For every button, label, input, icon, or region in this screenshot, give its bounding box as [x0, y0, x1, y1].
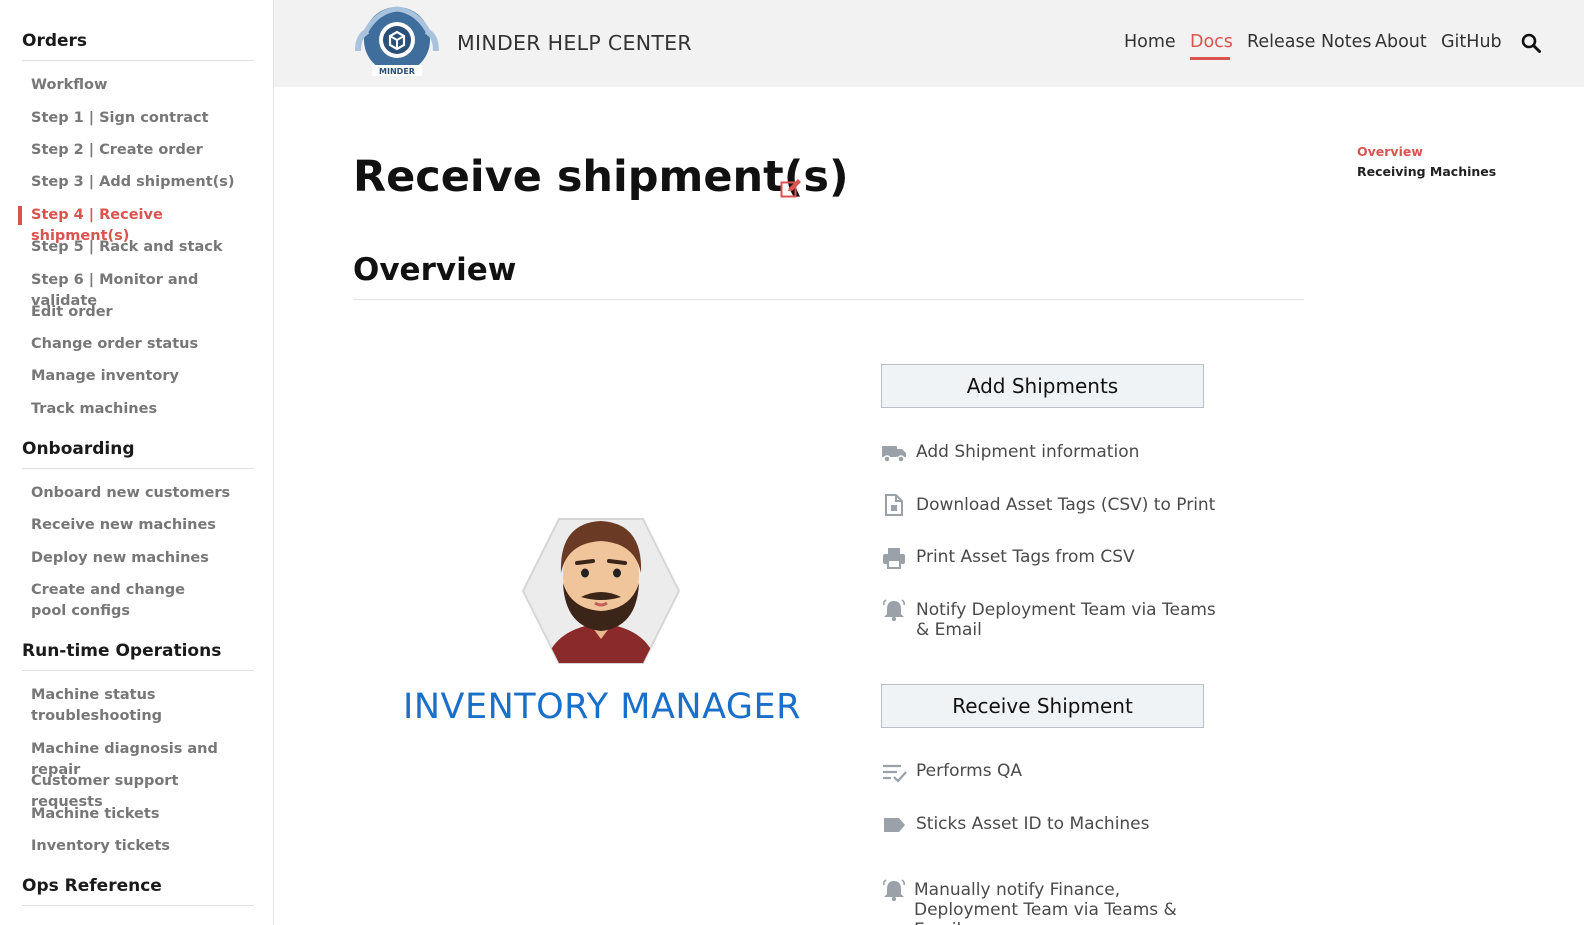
sidebar-active-indicator: [18, 206, 22, 225]
sidebar-item-receive-machines[interactable]: Receive new machines: [31, 515, 251, 536]
tag-icon: [884, 818, 905, 832]
sidebar-heading[interactable]: Run-time Operations: [22, 641, 254, 671]
nav-docs[interactable]: Docs: [1190, 32, 1233, 52]
action-stick-asset-id: Sticks Asset ID to Machines: [916, 814, 1150, 834]
sidebar-item-step-1[interactable]: Step 1 | Sign contract: [31, 108, 251, 129]
sidebar-item-step-2[interactable]: Step 2 | Create order: [31, 140, 251, 161]
nav-release-notes[interactable]: Release Notes: [1247, 32, 1371, 52]
checklist-icon: [883, 764, 907, 783]
truck-icon: [882, 446, 906, 463]
minder-logo[interactable]: MINDER: [354, 5, 440, 77]
file-icon: [885, 494, 903, 516]
action-add-shipment-info: Add Shipment information: [916, 442, 1140, 462]
receive-shipment-box[interactable]: Receive Shipment: [881, 684, 1204, 728]
sidebar-item-track-machines[interactable]: Track machines: [31, 399, 251, 420]
sidebar-heading[interactable]: Ops Reference: [22, 876, 254, 906]
action-print-asset-tags: Print Asset Tags from CSV: [916, 547, 1135, 567]
toc-item-receiving-machines[interactable]: Receiving Machines: [1357, 164, 1496, 179]
action-performs-qa: Performs QA: [916, 761, 1023, 781]
sidebar-item-machine-tickets[interactable]: Machine tickets: [31, 804, 251, 825]
sidebar-heading[interactable]: Onboarding: [22, 439, 254, 469]
printer-icon: [883, 548, 905, 569]
section-title-overview: Overview: [353, 252, 517, 288]
action-notify-finance: Manually notify Finance, Deployment Team…: [914, 880, 1177, 925]
page-title: Receive shipment(s): [353, 152, 849, 202]
sidebar-heading[interactable]: Orders: [22, 31, 254, 61]
sidebar-item-step-5[interactable]: Step 5 | Rack and stack: [31, 237, 251, 258]
sidebar-item-machine-status[interactable]: Machine status troubleshooting: [31, 685, 201, 727]
action-download-asset-tags: Download Asset Tags (CSV) to Print: [916, 495, 1216, 515]
edit-icon[interactable]: [780, 178, 802, 198]
sidebar-item-workflow[interactable]: Workflow: [31, 75, 251, 96]
nav-about[interactable]: About: [1375, 32, 1427, 52]
inventory-manager-avatar: [521, 518, 681, 664]
top-header: MINDER MINDER HELP CENTER Home Docs Rele…: [274, 0, 1584, 87]
sidebar-section-ops-reference: Ops Reference: [22, 876, 254, 906]
logo-text: MINDER: [379, 67, 415, 76]
bell-icon: [882, 879, 906, 901]
nav-github[interactable]: GitHub: [1441, 32, 1502, 52]
sidebar-section-runtime: Run-time Operations: [22, 641, 254, 671]
sidebar-section-orders: Orders: [22, 31, 254, 61]
sidebar-item-manage-inventory[interactable]: Manage inventory: [31, 366, 251, 387]
action-notify-deployment: Notify Deployment Team via Teams & Email: [916, 600, 1216, 640]
sidebar-item-pool-configs[interactable]: Create and change pool configs: [31, 580, 216, 622]
sidebar-item-change-order-status[interactable]: Change order status: [31, 334, 251, 355]
sidebar-section-onboarding: Onboarding: [22, 439, 254, 469]
role-label: INVENTORY MANAGER: [403, 687, 801, 727]
section-divider: [353, 299, 1304, 300]
sidebar: Orders Workflow Step 1 | Sign contract S…: [0, 0, 274, 925]
add-shipments-box[interactable]: Add Shipments: [881, 364, 1204, 408]
nav-home[interactable]: Home: [1124, 32, 1176, 52]
toc-item-overview[interactable]: Overview: [1357, 144, 1423, 159]
sidebar-item-edit-order[interactable]: Edit order: [31, 302, 251, 323]
sidebar-item-deploy-machines[interactable]: Deploy new machines: [31, 548, 251, 569]
nav-active-underline: [1190, 57, 1230, 60]
bell-icon: [882, 599, 906, 621]
search-icon[interactable]: [1521, 33, 1541, 53]
sidebar-item-onboard-customers[interactable]: Onboard new customers: [31, 483, 251, 504]
site-title[interactable]: MINDER HELP CENTER: [457, 31, 692, 55]
sidebar-item-step-3[interactable]: Step 3 | Add shipment(s): [31, 172, 251, 193]
sidebar-item-inventory-tickets[interactable]: Inventory tickets: [31, 836, 251, 857]
